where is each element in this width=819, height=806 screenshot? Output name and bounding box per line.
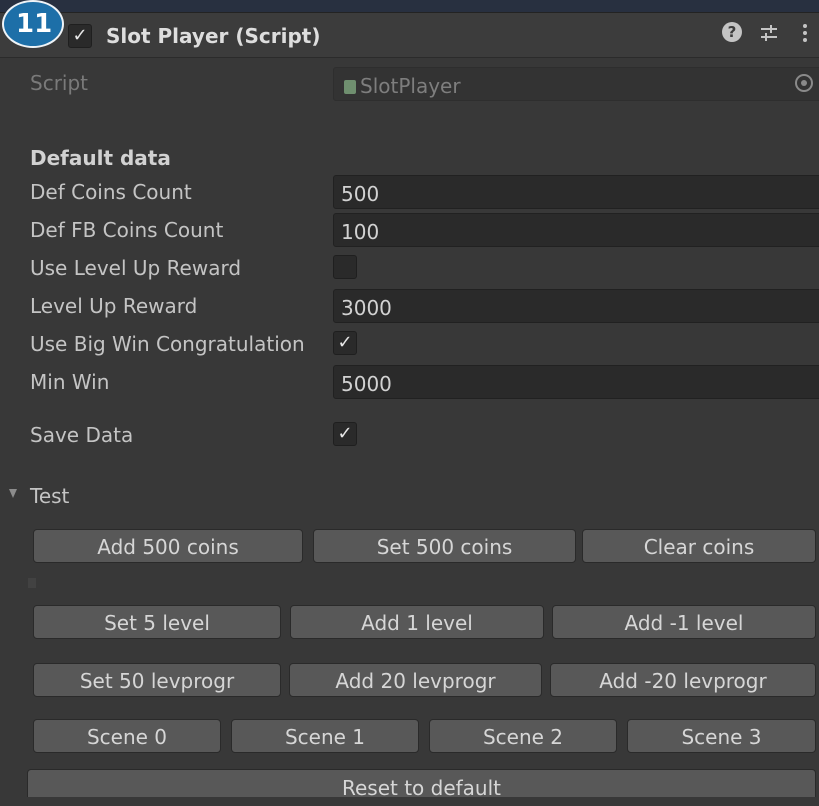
add-1-level-button[interactable]: Add 1 level	[290, 605, 544, 639]
level-up-reward-label: Level Up Reward	[30, 294, 198, 318]
presets-icon[interactable]	[758, 22, 780, 44]
big-win-checkbox[interactable]: ✓	[333, 331, 357, 355]
def-fb-coins-label: Def FB Coins Count	[30, 218, 224, 242]
component-enabled-checkbox[interactable]: ✓	[68, 24, 92, 48]
use-level-up-reward-label: Use Level Up Reward	[30, 256, 242, 280]
def-fb-coins-input[interactable]: 100	[333, 213, 819, 247]
save-data-checkbox[interactable]: ✓	[333, 422, 357, 446]
check-icon: ✓	[72, 25, 88, 46]
min-win-label: Min Win	[30, 370, 110, 394]
test-foldout-label[interactable]: Test	[30, 484, 69, 508]
component-title: Slot Player (Script)	[106, 24, 321, 48]
help-icon[interactable]: ?	[722, 22, 742, 42]
object-picker-icon[interactable]	[795, 74, 813, 92]
scene-3-button[interactable]: Scene 3	[627, 719, 816, 753]
min-win-input[interactable]: 5000	[333, 365, 819, 399]
more-menu-icon[interactable]	[800, 22, 810, 46]
add-500-coins-button[interactable]: Add 500 coins	[33, 529, 303, 563]
scene-0-button[interactable]: Scene 0	[33, 719, 221, 753]
script-value: SlotPlayer	[360, 74, 461, 98]
set-50-levprogr-button[interactable]: Set 50 levprogr	[33, 663, 281, 697]
script-file-icon	[344, 80, 356, 94]
scene-1-button[interactable]: Scene 1	[231, 719, 419, 753]
scene-2-button[interactable]: Scene 2	[429, 719, 617, 753]
def-coins-label: Def Coins Count	[30, 180, 192, 204]
check-icon: ✓	[337, 332, 353, 353]
add-minus-1-level-button[interactable]: Add -1 level	[552, 605, 816, 639]
big-win-label: Use Big Win Congratulation	[30, 332, 305, 356]
spacer	[28, 578, 36, 588]
foldout-arrow-icon[interactable]	[9, 489, 17, 498]
save-data-label: Save Data	[30, 423, 134, 447]
set-5-level-button[interactable]: Set 5 level	[33, 605, 281, 639]
add-20-levprogr-button[interactable]: Add 20 levprogr	[289, 663, 542, 697]
script-label: Script	[30, 71, 89, 95]
clear-coins-button[interactable]: Clear coins	[582, 529, 816, 563]
step-badge: 11	[2, 0, 64, 48]
check-icon: ✓	[337, 423, 353, 444]
reset-to-default-button[interactable]: Reset to default	[27, 769, 816, 800]
script-field: SlotPlayer	[333, 67, 819, 101]
use-level-up-reward-checkbox[interactable]	[333, 255, 357, 279]
set-500-coins-button[interactable]: Set 500 coins	[313, 529, 576, 563]
def-coins-input[interactable]: 500	[333, 175, 819, 209]
level-up-reward-input[interactable]: 3000	[333, 289, 819, 323]
window-top-strip	[0, 0, 819, 12]
add-minus-20-levprogr-button[interactable]: Add -20 levprogr	[550, 663, 816, 697]
section-title: Default data	[30, 146, 171, 170]
